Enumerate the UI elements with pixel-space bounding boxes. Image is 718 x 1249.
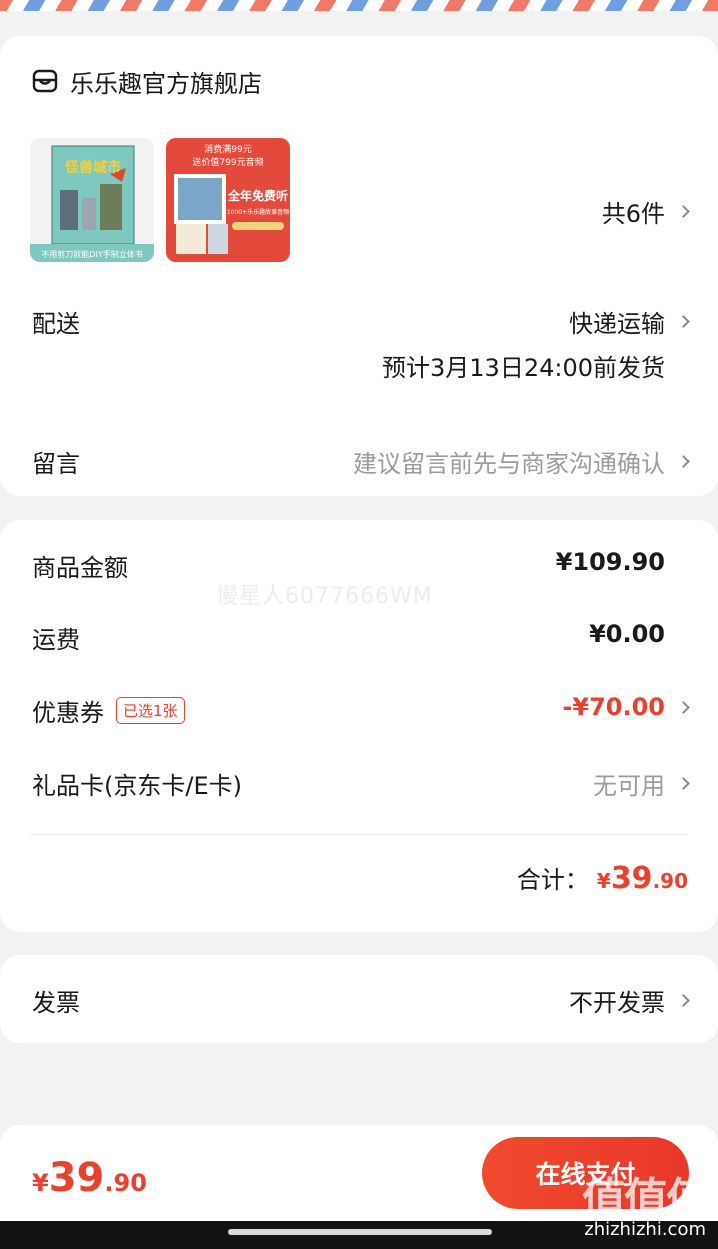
product-thumb-1[interactable]: 怪兽城市 不用剪刀就能DIY手制立体书 [30,138,154,262]
item-count[interactable]: 共6件 [601,194,690,229]
coupon-value: -¥70.00 [562,693,665,721]
bottom-integer: 39 [48,1155,105,1201]
chevron-right-icon [677,205,690,218]
delivery-method[interactable]: 快递运输 [569,304,690,339]
product-image-1: 怪兽城市 不用剪刀就能DIY手制立体书 [30,138,154,262]
product-image-2: 消费满99元 送价值799元音频 全年免费听 1000+乐乐趣故事音频 [166,138,290,262]
bottom-decimal: .90 [104,1169,147,1197]
promo-line-2: 送价值799元音频 [192,156,263,168]
home-indicator[interactable] [228,1229,492,1235]
promo-sub: 1000+乐乐趣故事音频 [227,208,289,216]
coupon-label-row: 优惠券 已选1张 [32,693,185,728]
chevron-right-icon [677,994,690,1007]
delivery-eta: 预计3月13日24:00前发货 [382,354,665,382]
total-currency: ¥ [596,869,611,893]
total-label: 合计： [516,866,589,894]
airmail-border [0,0,718,11]
coupon-selector[interactable]: -¥70.00 [562,693,690,721]
total-row: 合计： ¥ 39 .90 [517,860,688,896]
delivery-label: 配送 [32,310,80,338]
divider [30,834,688,835]
total-decimal: .90 [652,869,688,893]
coupon-badge: 已选1张 [116,697,185,724]
order-card: 乐乐趣官方旗舰店 怪兽城市 不用剪刀就能DIY手制立体书 消费满99元 送价值7… [0,36,718,496]
chevron-right-icon [677,455,690,468]
promo-line-1: 消费满99元 [204,143,251,155]
delivery-method-label: 快递运输 [569,310,665,338]
invoice-card[interactable]: 发票 不开发票 [0,955,718,1043]
invoice-selector[interactable]: 不开发票 [569,983,690,1018]
invoice-value: 不开发票 [569,989,665,1017]
store-icon [32,69,58,93]
invoice-label: 发票 [32,989,80,1017]
store-header[interactable]: 乐乐趣官方旗舰店 [32,64,262,98]
goods-amount-value: ¥109.90 [556,548,688,576]
giftcard-selector[interactable]: 无可用 [593,766,690,801]
store-name: 乐乐趣官方旗舰店 [70,69,262,98]
giftcard-value: 无可用 [593,772,665,800]
chevron-right-icon [677,777,690,790]
product-thumbnails[interactable]: 怪兽城市 不用剪刀就能DIY手制立体书 消费满99元 送价值799元音频 全年免… [30,138,290,262]
bottom-total: ¥ 39 .90 [32,1155,147,1201]
goods-amount-text: ¥109.90 [555,548,665,576]
product-caption-1: 不用剪刀就能DIY手制立体书 [41,249,142,259]
message-label: 留言 [32,450,80,478]
goods-amount-label: 商品金额 [32,554,128,582]
chevron-right-icon [677,315,690,328]
item-count-label: 共6件 [601,200,665,228]
total-integer: 39 [610,861,653,896]
product-title-1: 怪兽城市 [65,159,121,176]
promo-headline: 全年免费听 [227,188,288,203]
shipping-value: ¥0.00 [589,620,688,648]
message-field[interactable]: 建议留言前先与商家沟通确认 [353,444,690,479]
user-watermark: 慢星人6077666WM [216,584,433,609]
message-placeholder: 建议留言前先与商家沟通确认 [353,450,665,478]
product-thumb-2[interactable]: 消费满99元 送价值799元音频 全年免费听 1000+乐乐趣故事音频 [166,138,290,262]
giftcard-label: 礼品卡(京东卡/E卡) [32,772,242,800]
bottom-currency: ¥ [32,1169,49,1197]
brand-watermark: 值值值 [582,1174,710,1225]
coupon-label: 优惠券 [32,699,104,727]
chevron-right-icon [677,700,690,714]
shipping-label: 运费 [32,626,80,654]
shipping-text: ¥0.00 [589,620,665,648]
site-watermark: zhizhizhi.com [584,1219,706,1240]
